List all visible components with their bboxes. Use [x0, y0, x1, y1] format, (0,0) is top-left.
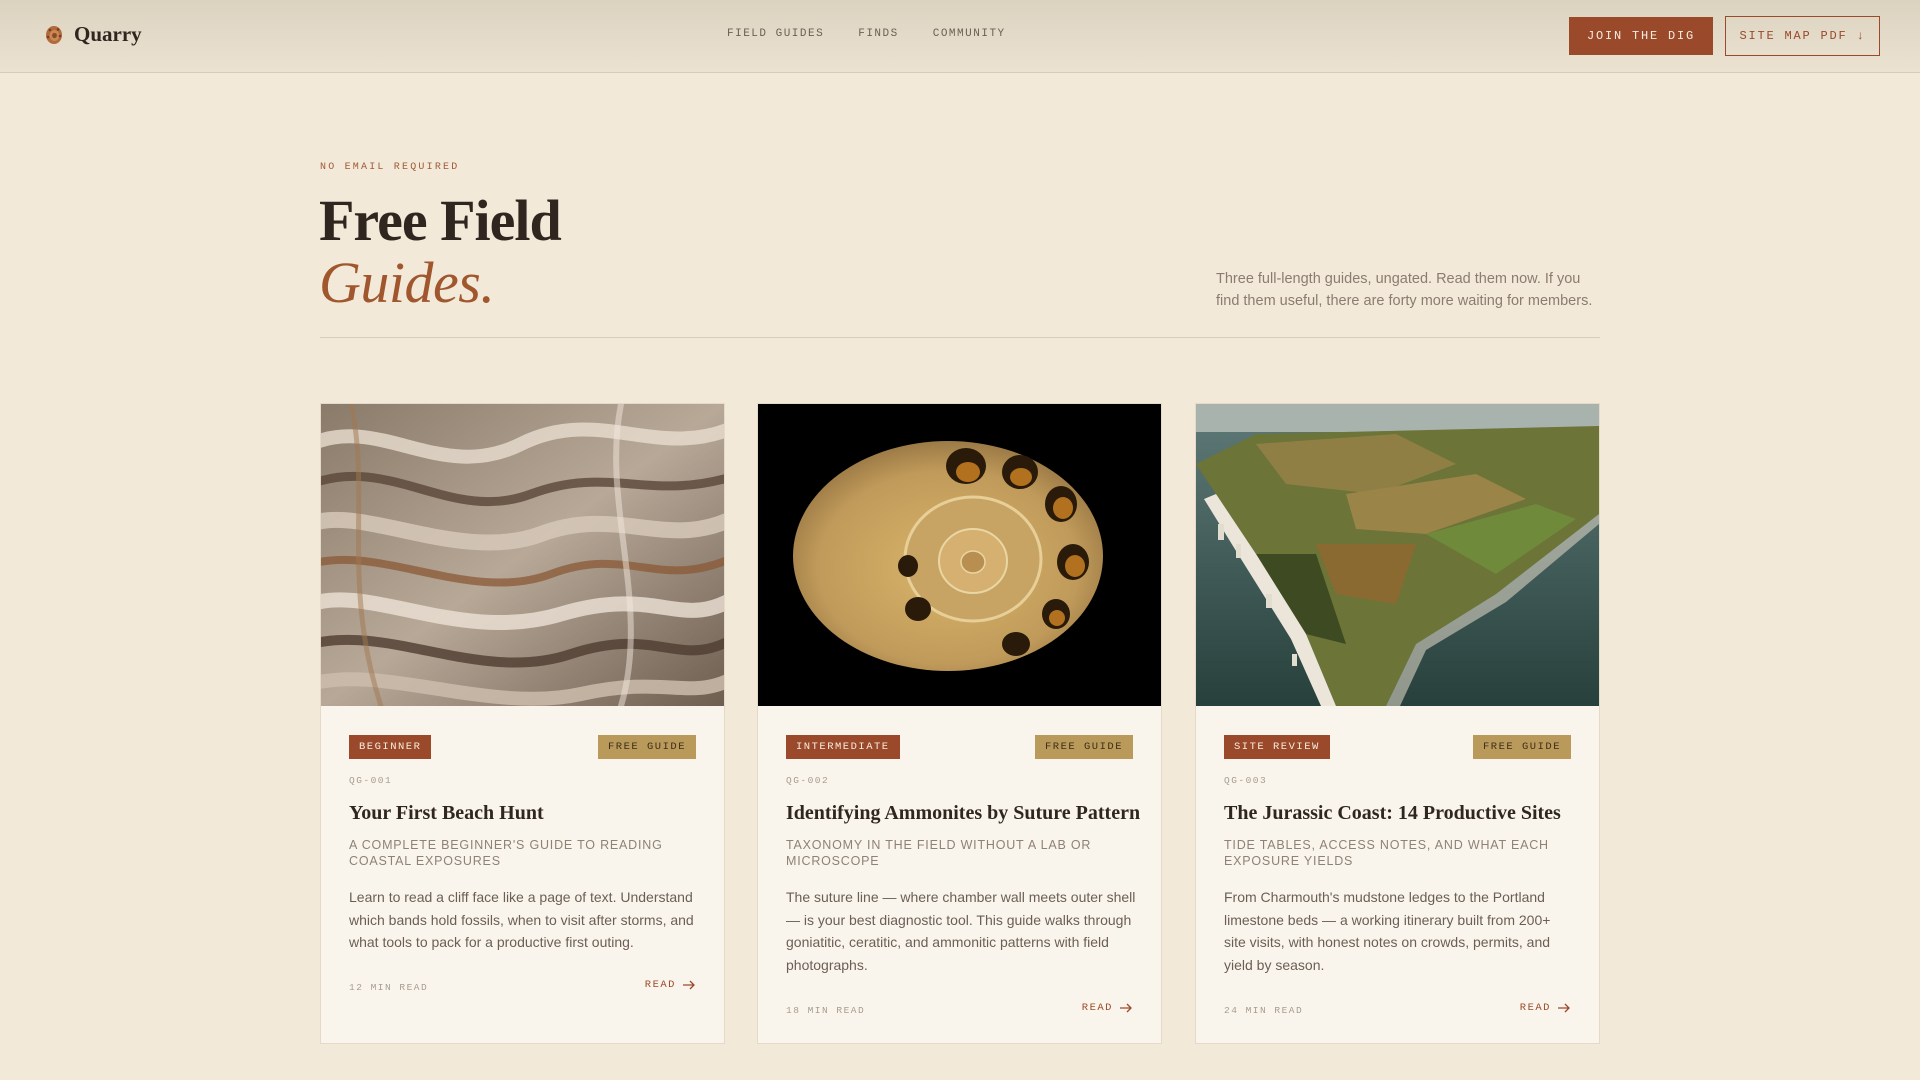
- top-navigation-bar: Quarry FIELD GUIDES FINDS COMMUNITY JOIN…: [0, 0, 1920, 73]
- card-subtitle: A COMPLETE BEGINNER'S GUIDE TO READING C…: [349, 838, 663, 868]
- nav-field-guides[interactable]: FIELD GUIDES: [727, 28, 824, 40]
- rock-strata-image: [321, 404, 724, 706]
- arrow-right-icon: [1120, 1003, 1132, 1013]
- page-title-line2: Guides.: [319, 250, 495, 315]
- ammonite-logo-icon: [46, 25, 62, 44]
- level-badge: SITE REVIEW: [1224, 735, 1330, 759]
- free-guide-badge: FREE GUIDE: [1472, 735, 1571, 759]
- read-time: 12 MIN READ: [349, 982, 429, 993]
- card-subtitle: TAXONOMY IN THE FIELD WITHOUT A LAB OR M…: [786, 838, 1092, 868]
- guide-code: QG-003: [1224, 775, 1268, 786]
- card-description: The suture line — where chamber wall mee…: [786, 889, 1136, 973]
- guide-code: QG-001: [349, 775, 393, 786]
- hero-eyebrow: NO EMAIL REQUIRED: [320, 162, 460, 173]
- card-subtitle: TIDE TABLES, ACCESS NOTES, AND WHAT EACH…: [1224, 838, 1549, 868]
- read-label: READ: [1081, 1002, 1113, 1014]
- read-link[interactable]: READ: [645, 979, 696, 991]
- card-title[interactable]: Your First Beach Hunt: [349, 802, 709, 825]
- card-title[interactable]: The Jurassic Coast: 14 Productive Sites: [1224, 802, 1584, 825]
- card-description: Learn to read a cliff face like a page o…: [349, 889, 694, 950]
- read-label: READ: [644, 979, 676, 991]
- read-link[interactable]: READ: [1082, 1002, 1133, 1014]
- free-guide-badge: FREE GUIDE: [1034, 735, 1133, 759]
- brand-name: Quarry: [74, 22, 142, 46]
- guide-code: QG-002: [786, 775, 830, 786]
- arrow-right-icon: [1558, 1003, 1570, 1013]
- free-guide-badge: FREE GUIDE: [597, 735, 696, 759]
- guide-card[interactable]: BEGINNER FREE GUIDE QG-001 Your First Be…: [320, 403, 725, 1044]
- card-title[interactable]: Identifying Ammonites by Suture Pattern: [786, 802, 1146, 825]
- guide-card[interactable]: SITE REVIEW FREE GUIDE QG-003 The Jurass…: [1195, 403, 1600, 1044]
- read-label: READ: [1519, 1002, 1551, 1014]
- coastal-cliffs-image: [1196, 404, 1599, 706]
- nav-community[interactable]: COMMUNITY: [933, 28, 1006, 40]
- card-description: From Charmouth's mudstone ledges to the …: [1224, 889, 1551, 973]
- brand[interactable]: Quarry: [44, 22, 142, 47]
- read-time: 24 MIN READ: [1224, 1005, 1304, 1016]
- join-the-dig-button[interactable]: JOIN THE DIG: [1569, 17, 1713, 55]
- arrow-right-icon: [683, 980, 695, 990]
- guide-card[interactable]: INTERMEDIATE FREE GUIDE QG-002 Identifyi…: [757, 403, 1162, 1044]
- level-badge: INTERMEDIATE: [786, 735, 900, 759]
- section-divider: [320, 337, 1600, 338]
- level-badge: BEGINNER: [349, 735, 432, 759]
- page-title-line1: Free Field: [319, 188, 562, 253]
- nav-finds[interactable]: FINDS: [858, 28, 899, 40]
- hero-intro: Three full-length guides, ungated. Read …: [1216, 271, 1593, 309]
- read-link[interactable]: READ: [1520, 1002, 1571, 1014]
- site-map-pdf-button[interactable]: SITE MAP PDF ↓: [1725, 16, 1880, 56]
- main-nav: FIELD GUIDES FINDS COMMUNITY: [727, 28, 1006, 40]
- read-time: 18 MIN READ: [786, 1005, 866, 1016]
- ammonite-fossil-image: [758, 404, 1161, 706]
